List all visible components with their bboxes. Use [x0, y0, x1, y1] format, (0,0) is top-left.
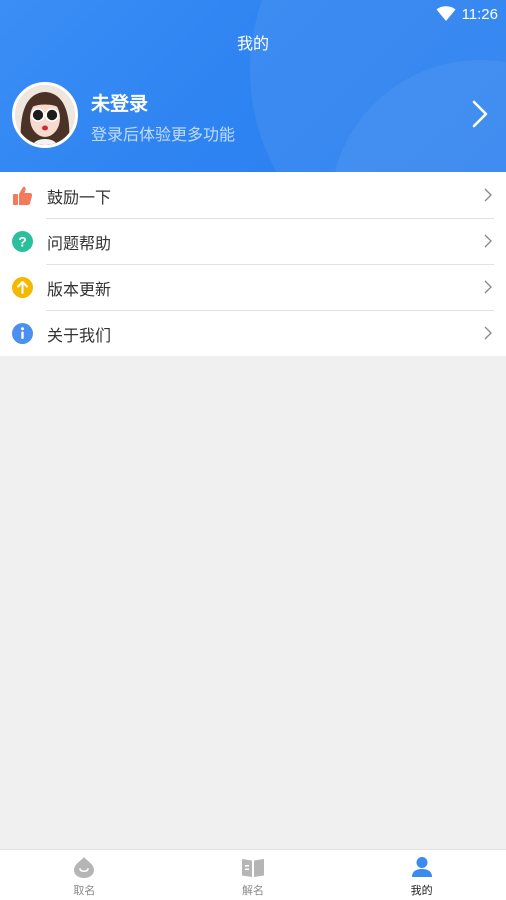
settings-menu: 鼓励一下 ? 问题帮助 版本更新 关于我们	[0, 172, 506, 356]
menu-item-label: 问题帮助	[47, 234, 112, 253]
upload-arrow-icon	[12, 277, 33, 298]
question-icon: ?	[12, 231, 33, 252]
info-icon	[12, 323, 33, 344]
avatar[interactable]	[12, 82, 78, 148]
wifi-icon	[436, 6, 456, 21]
tab-label: 我的	[410, 884, 433, 897]
login-hint[interactable]: 登录后体验更多功能	[91, 121, 235, 145]
menu-item-about[interactable]: 关于我们	[0, 310, 506, 356]
menu-item-help[interactable]: ? 问题帮助	[0, 218, 506, 264]
chevron-right-icon	[484, 280, 492, 294]
tab-interpret[interactable]: 解名	[169, 850, 338, 900]
thumbs-up-icon	[12, 185, 33, 206]
username[interactable]: 未登录	[91, 89, 148, 116]
menu-item-label: 版本更新	[47, 280, 112, 299]
menu-item-label: 关于我们	[47, 326, 112, 345]
chevron-right-icon	[484, 234, 492, 248]
tab-naming[interactable]: 取名	[0, 850, 169, 900]
tab-label: 解名	[242, 884, 264, 897]
naming-icon	[74, 857, 95, 878]
user-icon	[411, 857, 432, 877]
chevron-right-icon	[484, 326, 492, 340]
status-bar: 11:26	[436, 4, 498, 24]
tab-label: 取名	[73, 884, 96, 897]
menu-item-encourage[interactable]: 鼓励一下	[0, 172, 506, 218]
menu-item-update[interactable]: 版本更新	[0, 264, 506, 310]
page-title: 我的	[236, 34, 269, 53]
menu-item-label: 鼓励一下	[47, 188, 112, 207]
bottom-tab-bar: 取名 解名 我的	[0, 849, 506, 900]
svg-text:?: ?	[18, 234, 27, 250]
chevron-right-icon	[484, 188, 492, 202]
profile-header: 11:26 我的 未登录 登录后体验更多功能	[0, 0, 506, 172]
tab-mine[interactable]: 我的	[337, 850, 506, 900]
book-icon	[242, 859, 264, 877]
chevron-right-icon[interactable]	[472, 100, 488, 128]
status-time: 11:26	[461, 5, 498, 23]
